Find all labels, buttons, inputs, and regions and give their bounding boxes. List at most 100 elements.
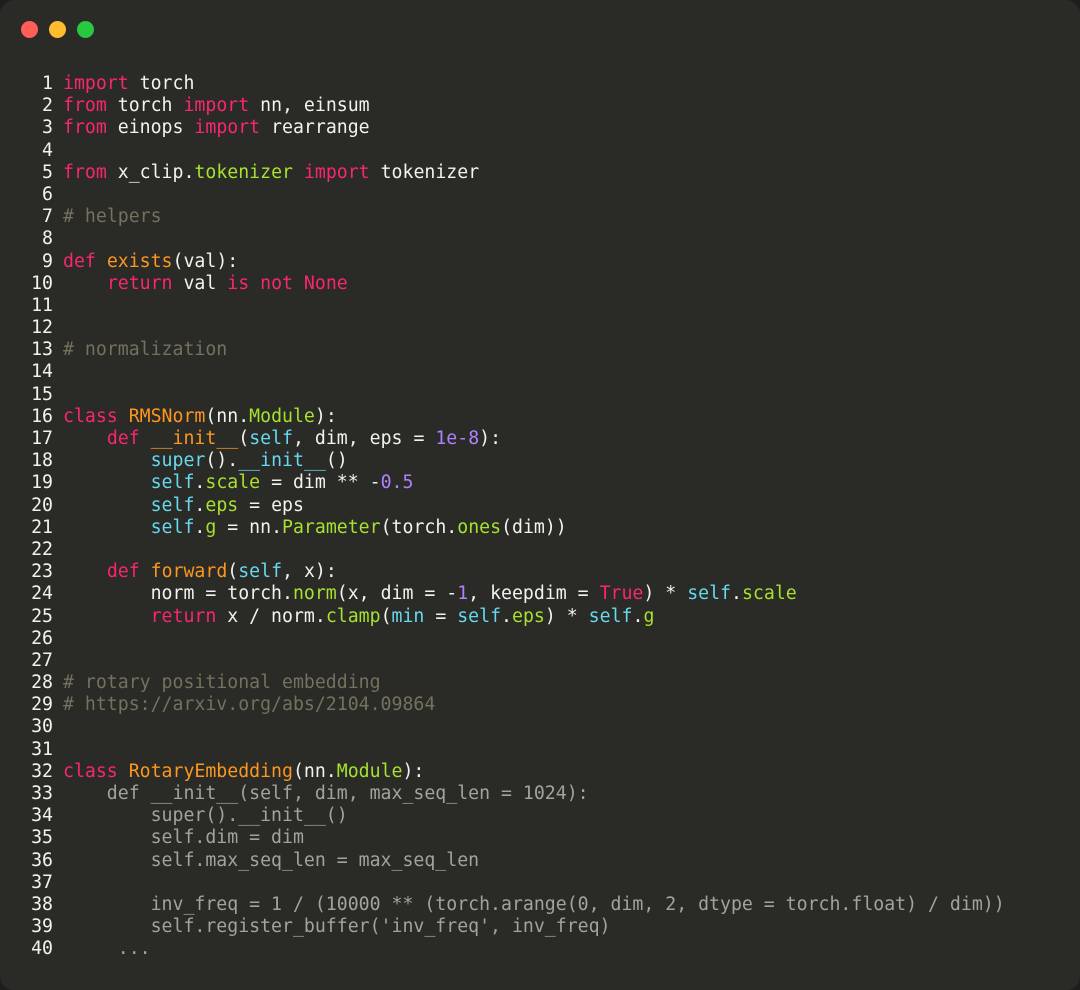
code-token: RotaryEmbedding xyxy=(128,760,293,782)
code-token: . xyxy=(501,605,512,627)
code-token: . xyxy=(194,472,206,494)
code-line: 13 # normalization xyxy=(0,339,1080,361)
code-text: # rotary positional embedding xyxy=(63,672,381,694)
code-token: clamp xyxy=(325,605,381,627)
code-text: super().__init__() xyxy=(63,805,348,827)
code-token: self xyxy=(457,605,502,627)
code-token: (val): xyxy=(172,250,239,272)
code-token: ) * xyxy=(544,605,589,627)
code-text: inv_freq = 1 / (10000 ** (torch.arange(0… xyxy=(63,893,1005,915)
code-token: (x, dim = - xyxy=(336,583,458,605)
close-window-button[interactable] xyxy=(21,21,38,38)
code-text: from x_clip.tokenizer import tokenizer xyxy=(63,162,479,184)
zoom-window-button[interactable] xyxy=(77,21,94,38)
code-token: torch xyxy=(106,95,184,117)
code-token: forward xyxy=(150,561,228,583)
code-token: tokenizer xyxy=(194,161,293,183)
line-number: 25 xyxy=(31,605,53,627)
line-number: 34 xyxy=(31,805,53,827)
code-line: 11 xyxy=(0,295,1080,317)
code-token: . xyxy=(632,605,644,627)
code-token: Module xyxy=(336,760,403,782)
code-token: einops xyxy=(106,117,195,139)
code-token: class xyxy=(63,405,118,427)
line-number: 10 xyxy=(31,272,53,294)
code-text: self.register_buffer('inv_freq', inv_fre… xyxy=(63,916,611,938)
line-number: 13 xyxy=(31,339,53,361)
code-token: Parameter xyxy=(282,516,381,538)
code-text: self.g = nn.Parameter(torch.ones(dim)) xyxy=(63,517,567,539)
code-line: 23 def forward(self, x): xyxy=(0,561,1080,583)
code-line: 16 class RMSNorm(nn.Module): xyxy=(0,406,1080,428)
code-line: 6 xyxy=(0,184,1080,206)
code-token: self xyxy=(238,561,283,583)
code-token: return xyxy=(150,605,217,627)
code-token: from xyxy=(63,95,107,117)
code-line: 12 xyxy=(0,317,1080,339)
code-token: (). xyxy=(205,450,239,472)
code-token: , x): xyxy=(282,561,337,583)
line-number: 14 xyxy=(31,361,53,383)
code-line: 15 xyxy=(0,384,1080,406)
code-line: 14 xyxy=(0,361,1080,383)
code-text: def forward(self, x): xyxy=(63,561,337,583)
code-token: ( xyxy=(238,428,250,449)
code-token: ) * xyxy=(643,583,688,605)
line-number: 36 xyxy=(31,849,53,871)
code-text: self.scale = dim ** -0.5 xyxy=(63,472,414,494)
code-token: def xyxy=(106,428,140,449)
code-line: 30 xyxy=(0,716,1080,738)
code-token: Module xyxy=(249,405,315,427)
code-line: 21 self.g = nn.Parameter(torch.ones(dim)… xyxy=(0,517,1080,539)
code-line: 18 super().__init__() xyxy=(0,450,1080,472)
code-text: # https://arxiv.org/abs/2104.09864 xyxy=(63,694,435,716)
code-line: 32 class RotaryEmbedding(nn.Module): xyxy=(0,761,1080,783)
code-token: = nn. xyxy=(216,516,283,538)
code-token: from xyxy=(63,161,107,183)
code-line: 5 from x_clip.tokenizer import tokenizer xyxy=(0,162,1080,184)
line-number: 4 xyxy=(42,139,53,161)
code-text: import torch xyxy=(63,73,194,95)
code-token: return xyxy=(106,272,173,294)
code-token: class xyxy=(63,760,118,782)
code-token: val xyxy=(172,272,228,294)
code-token: x / norm. xyxy=(216,605,326,627)
code-text: def __init__(self, dim, eps = 1e-8): xyxy=(63,428,501,450)
code-token: scale xyxy=(205,472,261,494)
code-line: 37 xyxy=(0,872,1080,894)
code-token: self xyxy=(687,583,732,605)
code-token: def xyxy=(63,250,96,272)
line-number: 7 xyxy=(42,206,53,228)
code-token: g xyxy=(643,605,655,627)
code-token: self xyxy=(588,605,633,627)
line-number: 38 xyxy=(31,893,53,915)
code-text: return val is not None xyxy=(63,273,348,295)
line-number: 29 xyxy=(31,694,53,716)
code-token: (nn. xyxy=(292,760,337,782)
code-line: 4 xyxy=(0,140,1080,162)
minimize-window-button[interactable] xyxy=(49,21,66,38)
code-token: ): xyxy=(314,405,337,427)
code-text: class RotaryEmbedding(nn.Module): xyxy=(63,761,424,783)
line-number: 2 xyxy=(42,95,53,117)
line-number: 35 xyxy=(31,827,53,849)
code-text: return x / norm.clamp(min = self.eps) * … xyxy=(63,605,655,628)
code-editor[interactable]: 1 import torch 2 from torch import nn, eins… xyxy=(0,73,1080,961)
code-text: self.eps = eps xyxy=(63,495,304,517)
code-token: self xyxy=(150,516,195,538)
line-number: 40 xyxy=(31,938,53,960)
line-number: 37 xyxy=(31,871,53,893)
code-line: 10 return val is not None xyxy=(0,273,1080,295)
code-token: exists xyxy=(106,250,173,272)
code-line: 8 xyxy=(0,228,1080,250)
code-text: def exists(val): xyxy=(63,251,238,273)
code-token: (nn. xyxy=(205,405,250,427)
code-text: from einops import rearrange xyxy=(63,117,370,139)
code-token: # helpers xyxy=(63,206,162,228)
code-token: 1e-8 xyxy=(435,428,480,449)
